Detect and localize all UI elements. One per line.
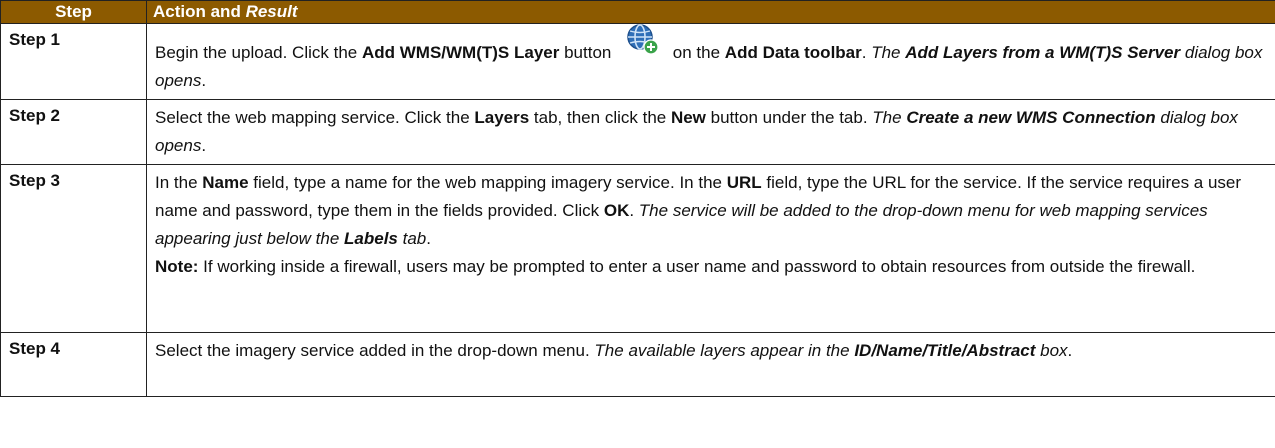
action-cell: Select the web mapping service. Click th… <box>146 99 1275 165</box>
body-text: on the <box>668 43 725 62</box>
step-row-1: Step 1 Begin the upload. Click the Add W… <box>0 22 1275 100</box>
body-text: The <box>871 43 906 62</box>
step-row-4: Step 4 Select the imagery service added … <box>0 332 1275 397</box>
body-text: . <box>201 136 207 155</box>
action-header-label: Action and <box>153 2 246 21</box>
body-text: If working inside a firewall, users may … <box>198 257 1196 276</box>
emphasis-text: New <box>670 108 706 127</box>
emphasis-text: Name <box>202 173 249 192</box>
step-header-label: Step <box>55 2 92 21</box>
body-text: . <box>201 71 207 90</box>
body-text: In the <box>155 173 203 192</box>
body-text: field, type a name for the web mapping i… <box>248 173 727 192</box>
emphasis-text: Labels <box>344 229 398 248</box>
step-column-header: Step <box>0 0 147 24</box>
action-column-header: Action and Result <box>146 0 1275 24</box>
emphasis-text: ID/Name/Title/Abstract <box>854 341 1036 360</box>
body-text: The available layers appear in the <box>594 341 855 360</box>
body-text: Select the imagery service added in the … <box>155 341 595 360</box>
action-cell: Begin the upload. Click the Add WMS/WM(T… <box>146 22 1275 100</box>
body-text: button under the tab. <box>705 108 873 127</box>
emphasis-text: Note: <box>155 257 199 276</box>
emphasis-text: Create a new WMS Connection <box>906 108 1156 127</box>
step-row-3: Step 3 In the Name field, type a name fo… <box>0 164 1275 333</box>
body-text: Select the web mapping service. Click th… <box>155 108 475 127</box>
body-text: tab <box>397 229 427 248</box>
step-label: Step 2 <box>0 99 147 165</box>
emphasis-text: Add Data toolbar <box>724 43 862 62</box>
step-label: Step 4 <box>0 332 147 397</box>
body-text: . <box>629 201 639 220</box>
action-cell: In the Name field, type a name for the w… <box>146 164 1275 333</box>
body-text: box <box>1035 341 1068 360</box>
body-text: . <box>1067 341 1073 360</box>
emphasis-text: Layers <box>474 108 530 127</box>
emphasis-text: URL <box>726 173 762 192</box>
result-header-label: Result <box>245 2 298 21</box>
emphasis-text: Add WMS/WM(T)S Layer <box>361 43 560 62</box>
body-text: tab, then click the <box>529 108 671 127</box>
step-label: Step 3 <box>0 164 147 333</box>
body-text: . <box>861 43 872 62</box>
steps-table: Step Action and Result Step 1 Begin the … <box>0 0 1275 397</box>
body-text: . <box>426 229 431 248</box>
body-text: button <box>559 43 617 62</box>
add-wms-layer-icon <box>624 22 660 56</box>
body-text: Begin the upload. Click the <box>155 43 362 62</box>
header-row: Step Action and Result <box>0 0 1275 24</box>
step-label: Step 1 <box>0 23 147 100</box>
action-cell: Select the imagery service added in the … <box>146 332 1275 397</box>
body-text: The <box>872 108 907 127</box>
step-row-2: Step 2 Select the web mapping service. C… <box>0 99 1275 165</box>
emphasis-text: OK <box>603 201 630 220</box>
emphasis-text: Add Layers from a WM(T)S Server <box>905 43 1181 62</box>
